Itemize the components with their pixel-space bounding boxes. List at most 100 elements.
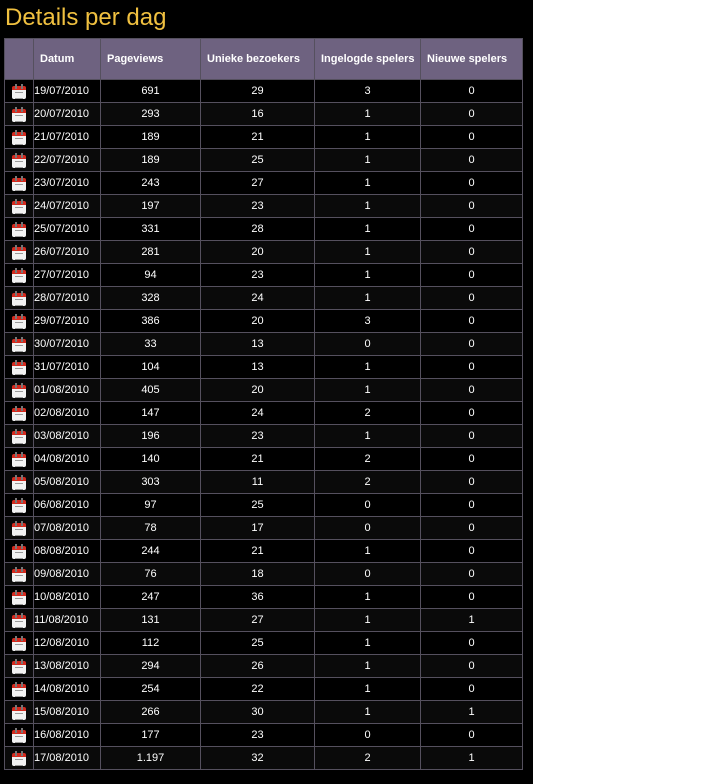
calendar-icon[interactable] (12, 336, 26, 352)
date-cell: 29/07/2010 (33, 309, 101, 333)
header-pageviews[interactable]: Pageviews (100, 38, 201, 80)
row-icon-cell (4, 608, 34, 632)
pageviews-cell: 293 (100, 102, 201, 126)
table-row: 14/08/2010 254 22 1 0 (4, 677, 523, 701)
unique-visitors-cell: 25 (200, 493, 315, 517)
page-title: Details per dag (5, 4, 167, 31)
pageviews-cell: 247 (100, 585, 201, 609)
date-cell: 20/07/2010 (33, 102, 101, 126)
unique-visitors-cell: 17 (200, 516, 315, 540)
unique-visitors-cell: 30 (200, 700, 315, 724)
pageviews-cell: 243 (100, 171, 201, 195)
new-players-cell: 0 (420, 401, 523, 425)
new-players-cell: 0 (420, 424, 523, 448)
logged-in-players-cell: 0 (314, 723, 421, 747)
pageviews-cell: 386 (100, 309, 201, 333)
logged-in-players-cell: 1 (314, 194, 421, 218)
header-unieke-bezoekers[interactable]: Unieke bezoekers (200, 38, 315, 80)
new-players-cell: 0 (420, 286, 523, 310)
pageviews-cell: 244 (100, 539, 201, 563)
pageviews-cell: 104 (100, 355, 201, 379)
pageviews-cell: 131 (100, 608, 201, 632)
table-row: 12/08/2010 112 25 1 0 (4, 631, 523, 655)
unique-visitors-cell: 24 (200, 401, 315, 425)
calendar-icon[interactable] (12, 589, 26, 605)
calendar-icon[interactable] (12, 681, 26, 697)
logged-in-players-cell: 1 (314, 539, 421, 563)
row-icon-cell (4, 194, 34, 218)
row-icon-cell (4, 677, 34, 701)
row-icon-cell (4, 493, 34, 517)
row-icon-cell (4, 286, 34, 310)
calendar-icon[interactable] (12, 313, 26, 329)
unique-visitors-cell: 20 (200, 240, 315, 264)
row-icon-cell (4, 332, 34, 356)
pageviews-cell: 112 (100, 631, 201, 655)
calendar-icon[interactable] (12, 106, 26, 122)
date-cell: 05/08/2010 (33, 470, 101, 494)
calendar-icon[interactable] (12, 290, 26, 306)
table-row: 25/07/2010 331 28 1 0 (4, 217, 523, 241)
pageviews-cell: 76 (100, 562, 201, 586)
stats-panel: Details per dag Datum Pageviews Unieke b… (0, 0, 533, 784)
row-icon-cell (4, 700, 34, 724)
calendar-icon[interactable] (12, 497, 26, 513)
calendar-icon[interactable] (12, 543, 26, 559)
row-icon-cell (4, 516, 34, 540)
calendar-icon[interactable] (12, 83, 26, 99)
calendar-icon[interactable] (12, 520, 26, 536)
calendar-icon[interactable] (12, 152, 26, 168)
row-icon-cell (4, 746, 34, 770)
new-players-cell: 0 (420, 217, 523, 241)
calendar-icon[interactable] (12, 704, 26, 720)
unique-visitors-cell: 25 (200, 148, 315, 172)
calendar-icon[interactable] (12, 566, 26, 582)
calendar-icon[interactable] (12, 451, 26, 467)
date-cell: 09/08/2010 (33, 562, 101, 586)
logged-in-players-cell: 1 (314, 240, 421, 264)
unique-visitors-cell: 13 (200, 332, 315, 356)
header-nieuwe-spelers[interactable]: Nieuwe spelers (420, 38, 523, 80)
unique-visitors-cell: 20 (200, 309, 315, 333)
calendar-icon[interactable] (12, 382, 26, 398)
new-players-cell: 0 (420, 493, 523, 517)
calendar-icon[interactable] (12, 221, 26, 237)
new-players-cell: 0 (420, 79, 523, 103)
calendar-icon[interactable] (12, 727, 26, 743)
calendar-icon[interactable] (12, 658, 26, 674)
date-cell: 19/07/2010 (33, 79, 101, 103)
calendar-icon[interactable] (12, 635, 26, 651)
date-cell: 27/07/2010 (33, 263, 101, 287)
logged-in-players-cell: 1 (314, 700, 421, 724)
date-cell: 30/07/2010 (33, 332, 101, 356)
table-row: 24/07/2010 197 23 1 0 (4, 194, 523, 218)
logged-in-players-cell: 1 (314, 378, 421, 402)
calendar-icon[interactable] (12, 198, 26, 214)
date-cell: 11/08/2010 (33, 608, 101, 632)
calendar-icon[interactable] (12, 750, 26, 766)
calendar-icon[interactable] (12, 474, 26, 490)
header-ingelogde-spelers[interactable]: Ingelogde spelers (314, 38, 421, 80)
new-players-cell: 1 (420, 746, 523, 770)
unique-visitors-cell: 18 (200, 562, 315, 586)
calendar-icon[interactable] (12, 244, 26, 260)
calendar-icon[interactable] (12, 267, 26, 283)
header-datum[interactable]: Datum (33, 38, 101, 80)
row-icon-cell (4, 562, 34, 586)
calendar-icon[interactable] (12, 612, 26, 628)
table-row: 13/08/2010 294 26 1 0 (4, 654, 523, 678)
unique-visitors-cell: 21 (200, 447, 315, 471)
unique-visitors-cell: 32 (200, 746, 315, 770)
calendar-icon[interactable] (12, 129, 26, 145)
row-icon-cell (4, 263, 34, 287)
calendar-icon[interactable] (12, 428, 26, 444)
unique-visitors-cell: 36 (200, 585, 315, 609)
unique-visitors-cell: 22 (200, 677, 315, 701)
pageviews-cell: 140 (100, 447, 201, 471)
logged-in-players-cell: 1 (314, 148, 421, 172)
calendar-icon[interactable] (12, 405, 26, 421)
calendar-icon[interactable] (12, 359, 26, 375)
table-header-row: Datum Pageviews Unieke bezoekers Ingelog… (4, 38, 523, 80)
calendar-icon[interactable] (12, 175, 26, 191)
row-icon-cell (4, 723, 34, 747)
